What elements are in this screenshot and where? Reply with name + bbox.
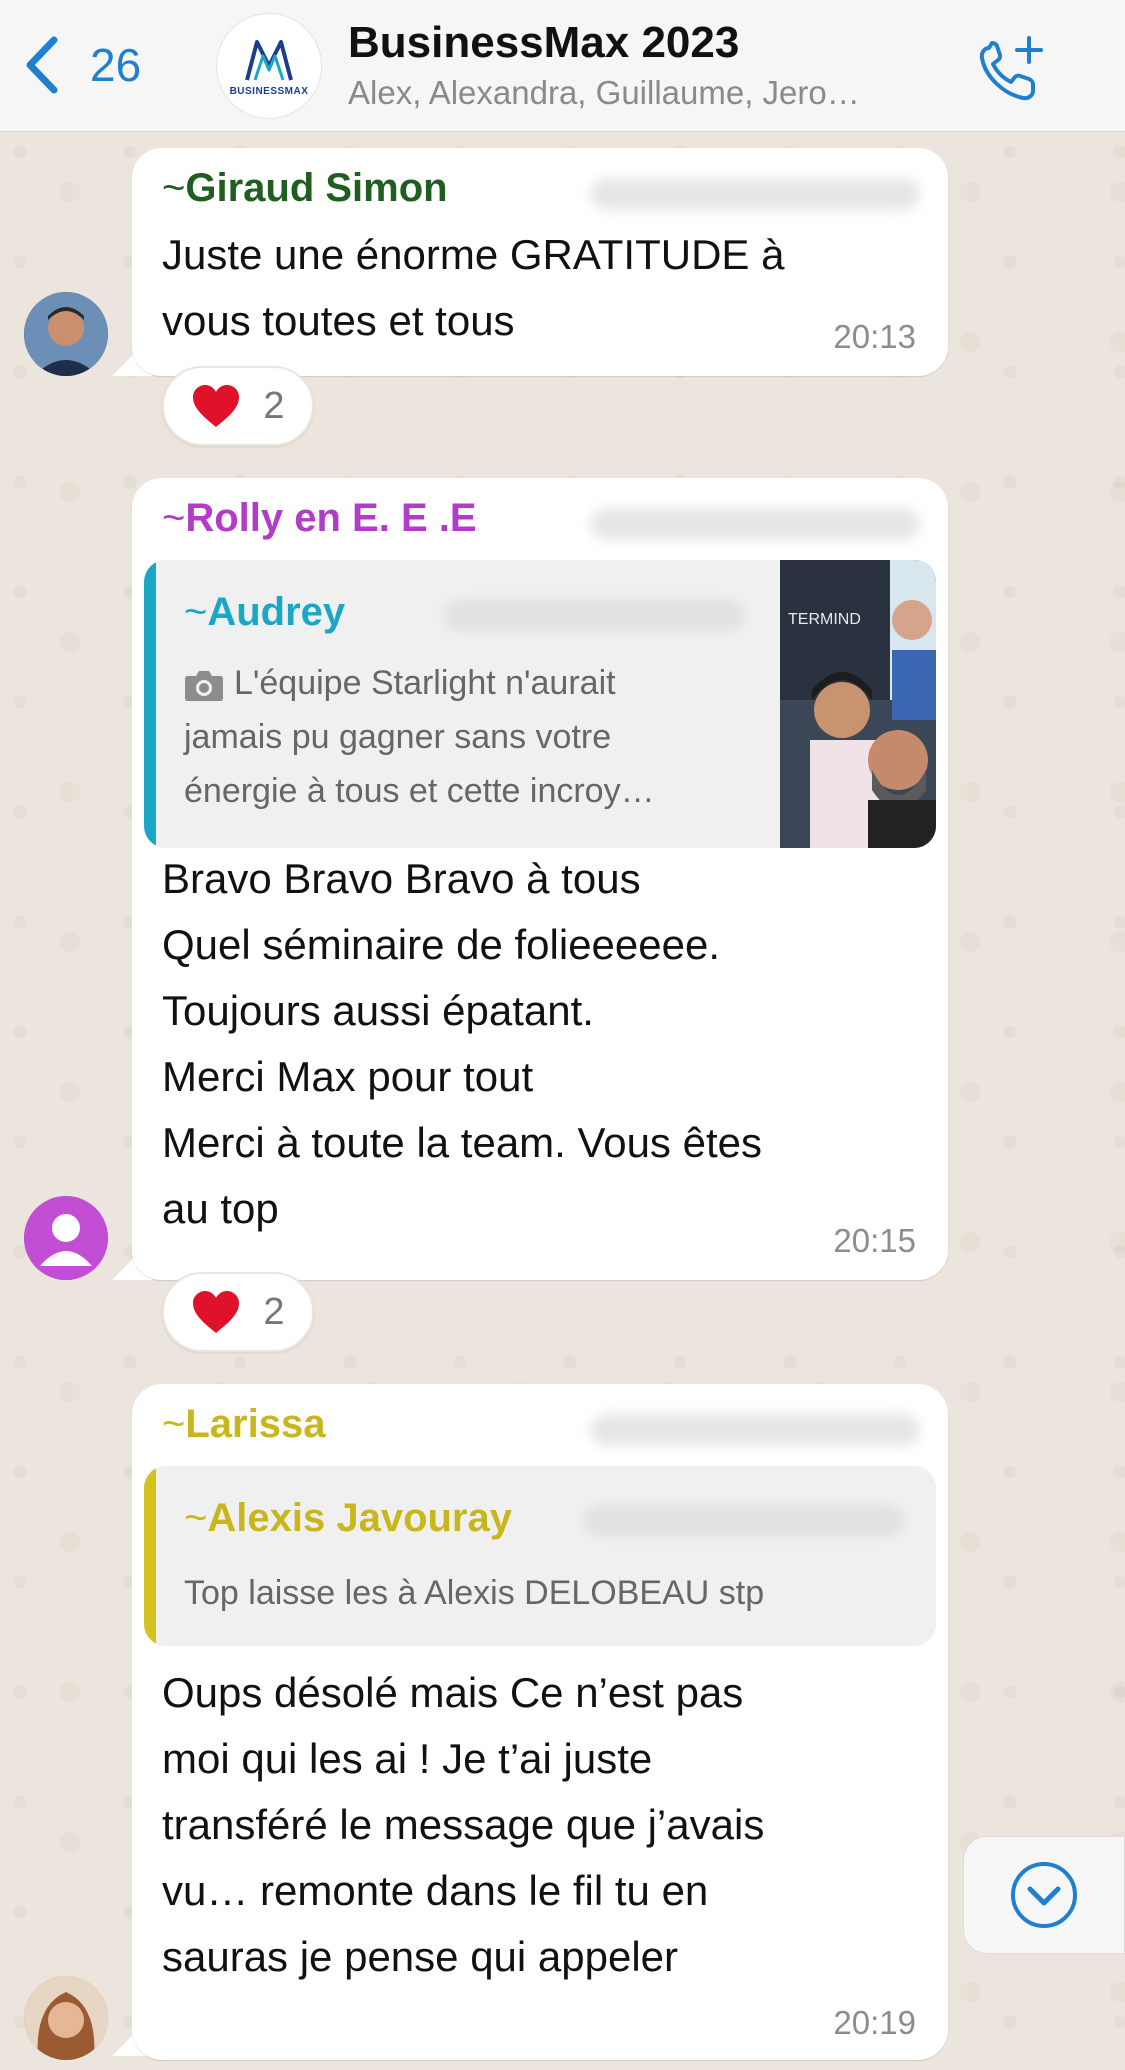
message-time: 20:19 [833, 2004, 916, 2041]
scroll-to-bottom-button[interactable] [963, 1836, 1125, 1954]
message-text: Bravo Bravo Bravo à tous Quel séminaire … [162, 855, 762, 1232]
photo-banner-text: TERMIND [788, 611, 861, 628]
chat-header: 26 BUSINESSMAX BusinessMax 2023 Alex, Al… [0, 0, 1125, 132]
heart-icon [193, 1291, 240, 1333]
reaction-badge[interactable]: 2 [162, 1272, 314, 1352]
chevron-down-circle-icon [1011, 1862, 1077, 1928]
quoted-text: L'équipe Starlight n'aurait jamais pu ga… [184, 664, 655, 810]
quoted-photo-thumbnail[interactable]: TERMIND [780, 560, 936, 848]
quoted-message[interactable]: ~Alexis Javouray Top laisse les à Alexis… [144, 1466, 936, 1646]
quoted-phone-redacted [444, 600, 744, 630]
reaction-badge[interactable]: 2 [162, 366, 314, 446]
unread-count: 26 [90, 39, 142, 91]
reaction-count: 2 [263, 384, 285, 427]
phone-plus-icon[interactable] [975, 32, 1045, 102]
message-bubble[interactable]: ~Larissa ~Alexis Javouray Top laisse les… [132, 1384, 948, 2060]
reaction-count: 2 [263, 1290, 285, 1333]
message-bubble[interactable]: ~Giraud Simon Juste une énorme GRATITUDE… [132, 148, 948, 376]
quote-bar [144, 1466, 156, 1646]
quoted-sender: ~Alexis Javouray [184, 1496, 512, 1540]
sender-avatar-giraud-simon[interactable] [24, 292, 108, 376]
sender-phone-redacted [590, 178, 920, 210]
message-text: Juste une énorme GRATITUDE à vous toutes… [162, 231, 785, 344]
quoted-message[interactable]: ~Audrey L'équipe Starlight n'aurait jama… [144, 560, 936, 848]
message-text: Oups désolé mais Ce n’est pas moi qui le… [162, 1669, 765, 1980]
sender-avatar-default[interactable] [24, 1196, 108, 1280]
sender-phone-redacted [590, 508, 920, 540]
person-photo-icon [24, 1976, 108, 2060]
quoted-text: Top laisse les à Alexis DELOBEAU stp [184, 1574, 765, 1612]
message-bubble[interactable]: ~Rolly en E. E .E ~Audrey L'équipe Starl… [132, 478, 948, 1280]
message-time: 20:15 [833, 1222, 916, 1259]
sender-phone-redacted [590, 1414, 920, 1446]
person-photo-icon [24, 292, 108, 376]
sender-avatar-larissa[interactable] [24, 1976, 108, 2060]
message-sender[interactable]: ~Larissa [162, 1402, 325, 1447]
group-avatar[interactable]: BUSINESSMAX [216, 13, 322, 119]
businessmax-logo-icon [245, 39, 293, 81]
group-title[interactable]: BusinessMax 2023 [348, 18, 739, 68]
message-sender[interactable]: ~Giraud Simon [162, 166, 448, 211]
quoted-sender: ~Audrey [184, 590, 346, 634]
user-placeholder-icon [24, 1196, 108, 1280]
message-sender[interactable]: ~Rolly en E. E .E [162, 496, 477, 541]
message-time: 20:13 [833, 318, 916, 355]
chevron-left-icon [26, 36, 58, 94]
logo-text: BUSINESSMAX [229, 85, 309, 97]
quoted-phone-redacted [584, 1506, 904, 1536]
heart-icon [193, 385, 240, 427]
back-button[interactable]: 26 [22, 30, 141, 100]
group-members[interactable]: Alex, Alexandra, Guillaume, Jero… [348, 74, 928, 112]
quote-bar [144, 560, 156, 848]
